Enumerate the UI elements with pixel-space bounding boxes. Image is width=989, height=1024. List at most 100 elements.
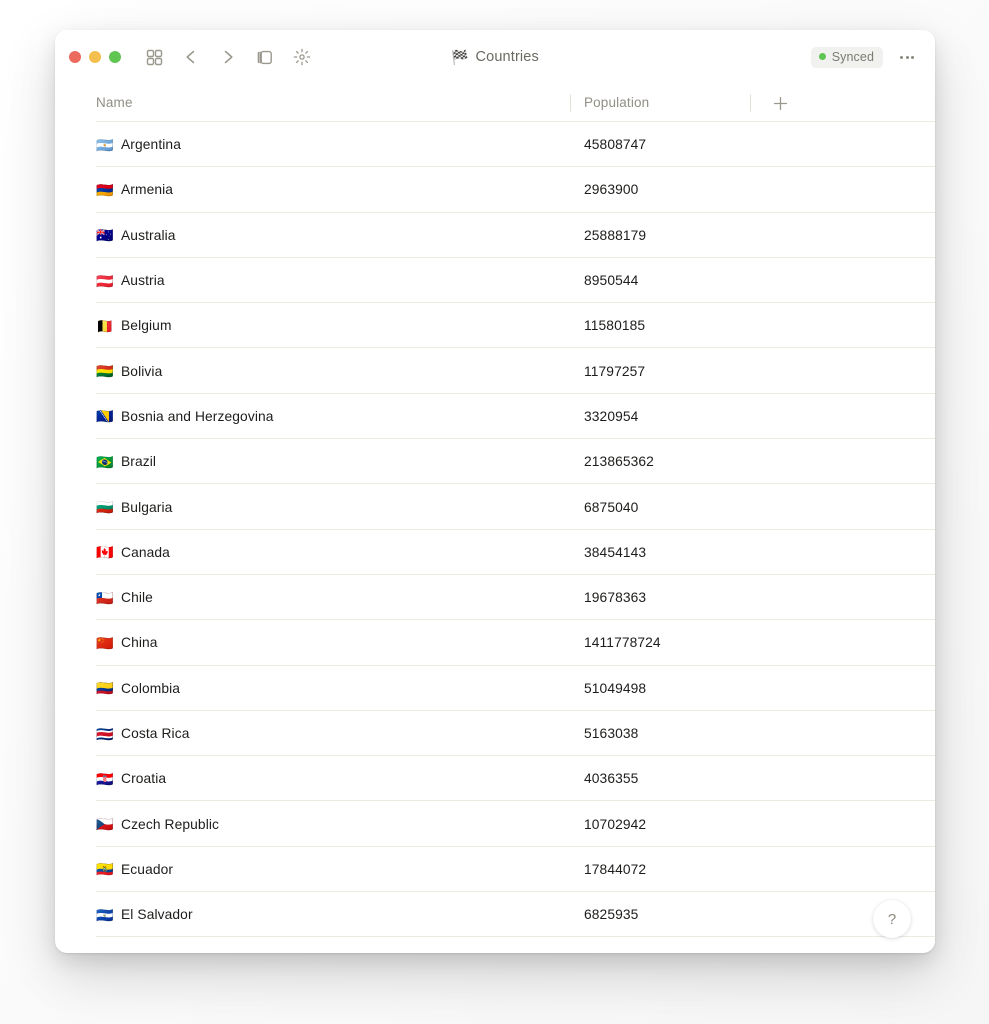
cell-population[interactable]: 11797257 [570,364,870,379]
table-row[interactable]: 🇧🇴 Bolivia 11797257 [55,348,935,395]
country-flag-icon: 🇧🇴 [96,363,114,380]
table-row[interactable]: 🇨🇴 Colombia 51049498 [55,665,935,712]
cell-country-name[interactable]: 🇦🇲 Armenia [96,182,570,197]
country-flag-icon: 🇧🇷 [96,453,114,470]
country-flag-icon: 🇨🇴 [96,680,114,697]
cell-country-name[interactable]: 🇨🇷 Costa Rica [96,726,570,741]
cell-population[interactable]: 19678363 [570,590,870,605]
cell-population[interactable]: 11580185 [570,318,870,333]
country-name-label: Ecuador [121,861,174,877]
table-header-row: Name Population [55,84,935,122]
country-name-label: Costa Rica [121,726,190,741]
cell-country-name[interactable]: 🇦🇷 Argentina [96,137,570,152]
cell-country-name[interactable]: 🇸🇻 El Salvador [96,907,570,922]
column-header-population[interactable]: Population [570,94,750,112]
table-row[interactable]: 🇦🇲 Armenia 2963900 [55,167,935,213]
window-titlebar: 🏁 Countries Synced [55,30,935,84]
table-row[interactable]: 🇸🇻 El Salvador 6825935 [55,892,935,938]
maximize-window-button[interactable] [109,51,121,63]
cell-country-name[interactable]: 🇨🇿 Czech Republic [96,817,570,832]
window-title: Countries [475,49,539,65]
sparkle-icon[interactable] [289,44,315,70]
table-row[interactable]: 🇨🇿 Czech Republic 10702942 [55,801,935,848]
cell-country-name[interactable]: 🇨🇳 China [96,635,570,650]
forward-chevron-icon[interactable] [215,44,241,70]
table-row[interactable]: 🇭🇷 Croatia 4036355 [55,756,935,802]
country-flag-icon: 🇪🇨 [96,861,114,878]
country-flag-icon: 🇨🇱 [96,589,114,606]
table-container: Name Population 🇦🇷 Argentina 45808747 🇦🇲 Arm… [55,84,935,953]
country-flag-icon: 🇭🇷 [96,770,114,787]
desktop-background: 🏁 Countries Synced Name Population 🇦🇷 Ar… [0,0,989,1024]
country-name-label: Australia [121,227,176,243]
table-row[interactable]: 🇧🇷 Brazil 213865362 [55,439,935,485]
country-flag-icon: 🇨🇿 [96,816,114,833]
cell-population[interactable]: 2963900 [570,182,870,197]
cell-population[interactable]: 6825935 [570,907,870,922]
table-row[interactable]: 🇦🇺 Australia 25888179 [55,212,935,259]
cell-population[interactable]: 213865362 [570,454,870,469]
table-row[interactable]: 🇨🇱 Chile 19678363 [55,574,935,621]
cell-country-name[interactable]: 🇧🇬 Bulgaria [96,500,570,515]
cell-country-name[interactable]: 🇧🇪 Belgium [96,318,570,333]
cell-population[interactable]: 17844072 [570,862,870,877]
cell-country-name[interactable]: 🇨🇦 Canada [96,545,570,560]
country-name-label: Colombia [121,680,181,696]
cell-population[interactable]: 45808747 [570,137,870,152]
cell-population[interactable]: 51049498 [570,681,870,696]
cell-country-name[interactable]: 🇧🇴 Bolivia [96,364,570,379]
country-name-label: Croatia [121,771,167,787]
more-options-icon[interactable] [895,47,919,67]
help-button[interactable]: ? [873,900,911,938]
country-name-label: Bulgaria [121,499,173,515]
column-add-area [750,94,870,112]
country-flag-icon: 🇧🇬 [96,499,114,516]
table-row[interactable]: 🇦🇹 Austria 8950544 [55,257,935,304]
checkered-flag-icon: 🏁 [451,49,469,65]
help-button-label: ? [887,910,897,928]
add-column-button[interactable] [771,94,789,112]
cell-country-name[interactable]: 🇨🇱 Chile [96,590,570,605]
cell-population[interactable]: 3320954 [570,409,870,424]
status-badge[interactable]: Synced [810,46,883,68]
cell-population[interactable]: 38454143 [570,545,870,560]
table-row[interactable]: 🇦🇷 Argentina 45808747 [55,122,935,168]
column-header-name-label: Name [96,95,133,110]
cell-country-name[interactable]: 🇭🇷 Croatia [96,771,570,786]
back-chevron-icon[interactable] [178,44,204,70]
table-row[interactable]: 🇧🇦 Bosnia and Herzegovina 3320954 [55,393,935,440]
cell-country-name[interactable]: 🇦🇹 Austria [96,273,570,288]
table-body: 🇦🇷 Argentina 45808747 🇦🇲 Armenia 2963900 🇦🇺 Aus… [55,122,935,938]
cell-population[interactable]: 5163038 [570,726,870,741]
table-row[interactable]: 🇪🇨 Ecuador 17844072 [55,846,935,893]
minimize-window-button[interactable] [89,51,101,63]
column-header-name[interactable]: Name [96,94,570,112]
more-dot-2 [905,55,909,59]
cell-population[interactable]: 1411778724 [570,635,870,650]
table-row[interactable]: 🇨🇦 Canada 38454143 [55,529,935,576]
table-row[interactable]: 🇨🇷 Costa Rica 5163038 [55,710,935,757]
table-row[interactable]: 🇧🇬 Bulgaria 6875040 [55,484,935,530]
cell-country-name[interactable]: 🇪🇨 Ecuador [96,862,570,877]
cell-country-name[interactable]: 🇦🇺 Australia [96,228,570,243]
cell-population[interactable]: 4036355 [570,771,870,786]
close-window-button[interactable] [69,51,81,63]
cell-population[interactable]: 10702942 [570,817,870,832]
toolbar-right-group: Synced [810,46,919,68]
sync-status-label: Synced [831,49,874,64]
country-flag-icon: 🇨🇷 [96,725,114,742]
cell-population[interactable]: 8950544 [570,273,870,288]
country-flag-icon: 🇦🇺 [96,227,114,244]
cell-population[interactable]: 25888179 [570,228,870,243]
cell-country-name[interactable]: 🇨🇴 Colombia [96,681,570,696]
cell-country-name[interactable]: 🇧🇦 Bosnia and Herzegovina [96,409,570,424]
table-row[interactable]: 🇧🇪 Belgium 11580185 [55,303,935,349]
country-name-label: Czech Republic [121,816,220,832]
country-flag-icon: 🇧🇦 [96,408,114,425]
cell-population[interactable]: 6875040 [570,500,870,515]
country-flag-icon: 🇦🇷 [96,136,114,153]
table-row[interactable]: 🇨🇳 China 1411778724 [55,620,935,666]
cell-country-name[interactable]: 🇧🇷 Brazil [96,454,570,469]
grid-view-icon[interactable] [141,44,167,70]
sidebar-toggle-icon[interactable] [252,44,278,70]
